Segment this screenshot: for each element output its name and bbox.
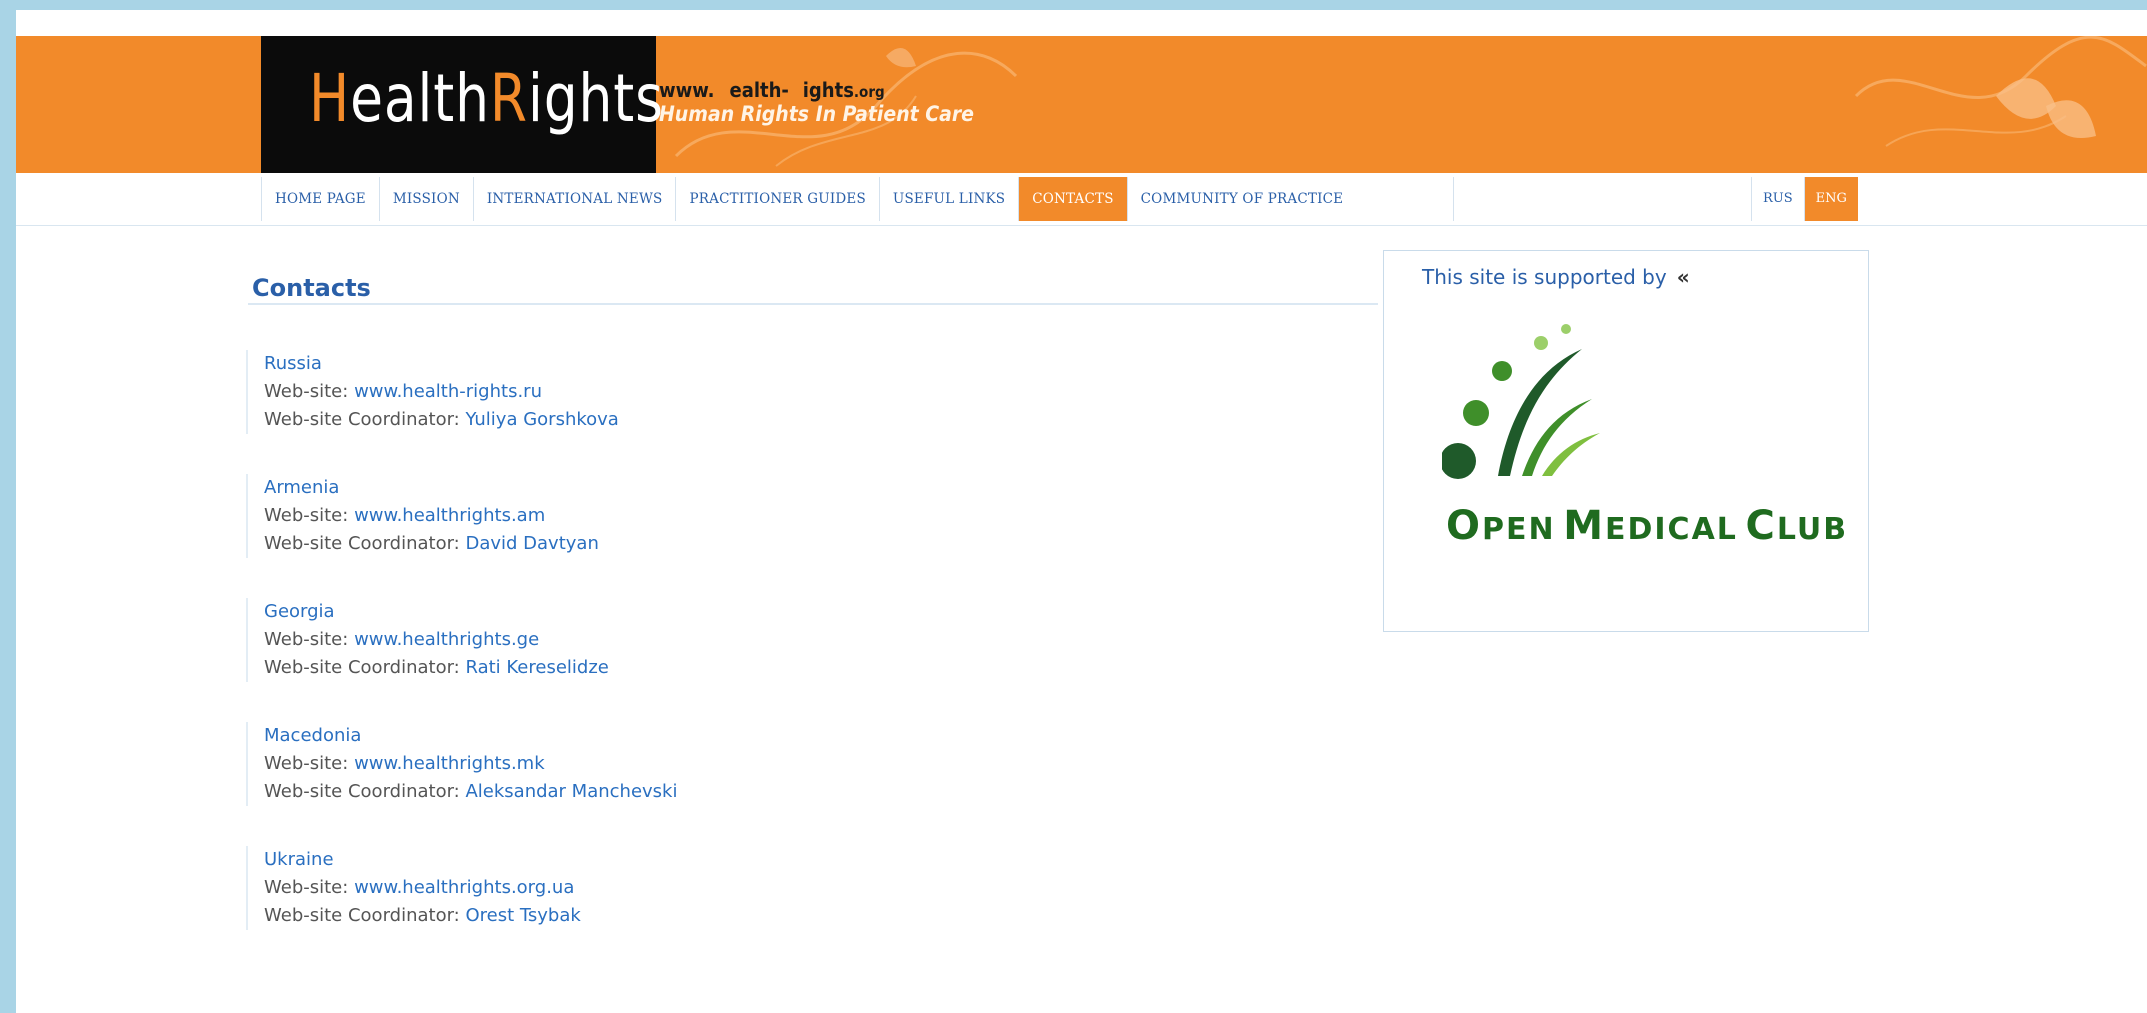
website-link[interactable]: www.healthrights.am [354,505,545,526]
country-link[interactable]: Armenia [264,477,339,498]
language-eng[interactable]: ENG [1803,177,1858,221]
site-tagline: www.Health-Rights.org Human Rights In Pa… [659,78,974,127]
tagline-subtitle: Human Rights In Patient Care [659,102,974,126]
coordinator-label: Web-site Coordinator: [264,905,460,926]
contact-entry-russia: Russia Web-site: www.health-rights.ru We… [246,350,864,434]
coordinator-link[interactable]: David Davtyan [465,533,598,554]
contact-entry-ukraine: Ukraine Web-site: www.healthrights.org.u… [246,846,864,930]
website-label: Web-site: [264,629,349,650]
website-label: Web-site: [264,381,349,402]
nav-item-mission[interactable]: MISSION [378,177,473,221]
page-frame: HealthRights www.Health-Rights.org Human… [16,10,2147,1013]
collapse-arrow-icon[interactable]: « [1677,265,1690,289]
logo-wordmark: HealthRights [309,60,664,137]
nav-menu: HOME PAGE MISSION INTERNATIONAL NEWS PRA… [261,177,1455,221]
site-logo[interactable]: HealthRights [261,36,663,173]
coordinator-label: Web-site Coordinator: [264,409,460,430]
website-label: Web-site: [264,753,349,774]
coordinator-link[interactable]: Rati Kereselidze [465,657,608,678]
website-link[interactable]: www.healthrights.org.ua [354,877,574,898]
contact-entry-armenia: Armenia Web-site: www.healthrights.am We… [246,474,864,558]
tagline-url: www.Health-Rights.org [659,78,885,102]
coordinator-link[interactable]: Aleksandar Manchevski [465,781,677,802]
website-link[interactable]: www.healthrights.ge [354,629,539,650]
nav-item-international-news[interactable]: INTERNATIONAL NEWS [472,177,676,221]
website-label: Web-site: [264,505,349,526]
nav-item-community-of-practice[interactable]: COMMUNITY OF PRACTICE [1126,177,1455,221]
coordinator-link[interactable]: Yuliya Gorshkova [465,409,618,430]
website-link[interactable]: www.healthrights.mk [354,753,545,774]
site-header: HealthRights www.Health-Rights.org Human… [16,36,2147,173]
nav-item-useful-links[interactable]: USEFUL LINKS [878,177,1018,221]
sponsor-heading: This site is supported by « [1422,265,1690,289]
decorative-swirl-right [1854,36,2147,147]
title-divider [248,303,1378,305]
website-link[interactable]: www.health-rights.ru [354,381,542,402]
country-link[interactable]: Georgia [264,601,335,622]
contact-entry-georgia: Georgia Web-site: www.healthrights.ge We… [246,598,864,682]
page-title: Contacts [252,274,371,302]
nav-item-contacts[interactable]: CONTACTS [1018,177,1127,221]
website-label: Web-site: [264,877,349,898]
coordinator-label: Web-site Coordinator: [264,657,460,678]
main-navigation: HOME PAGE MISSION INTERNATIONAL NEWS PRA… [16,173,2147,226]
nav-item-practitioner-guides[interactable]: PRACTITIONER GUIDES [675,177,878,221]
coordinator-label: Web-site Coordinator: [264,533,460,554]
sponsor-panel: This site is supported by « OPEN MEDICAL … [1383,250,1869,632]
country-link[interactable]: Macedonia [264,725,361,746]
language-switcher: RUS ENG [1751,177,1858,221]
country-link[interactable]: Russia [264,353,322,374]
coordinator-link[interactable]: Orest Tsybak [465,905,580,926]
open-medical-club-logo-icon[interactable] [1442,321,1642,501]
sponsor-name[interactable]: OPEN MEDICAL CLUB [1446,503,1848,549]
language-rus[interactable]: RUS [1751,177,1804,221]
nav-item-home-page[interactable]: HOME PAGE [261,177,379,221]
coordinator-label: Web-site Coordinator: [264,781,460,802]
contact-entry-macedonia: Macedonia Web-site: www.healthrights.mk … [246,722,864,806]
country-link[interactable]: Ukraine [264,849,334,870]
